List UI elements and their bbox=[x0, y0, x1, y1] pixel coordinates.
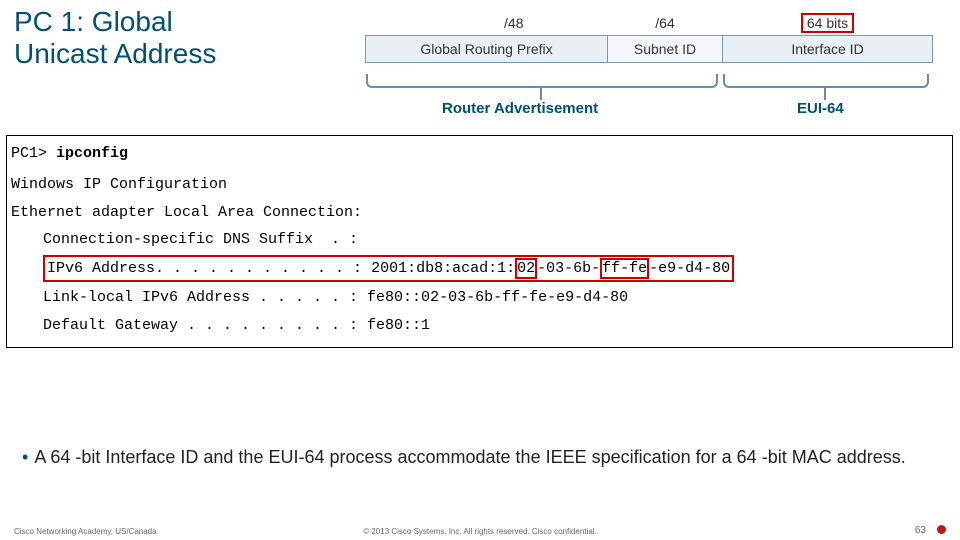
ipv6-seg-02: 02 bbox=[515, 258, 537, 279]
bracket-tail-left bbox=[540, 88, 542, 100]
slide-title: PC 1: Global Unicast Address bbox=[14, 6, 216, 70]
cisco-dot-icon bbox=[937, 525, 946, 534]
ipconfig-heading: Windows IP Configuration bbox=[11, 173, 948, 196]
ipv6-prefix-part: 2001:db8:acad:1: bbox=[371, 260, 515, 277]
label-router-advertisement: Router Advertisement bbox=[442, 100, 598, 117]
iface-header: /64 bbox=[608, 13, 723, 36]
table-body-row: Global Routing Prefix Subnet ID Interfac… bbox=[366, 36, 933, 63]
title-line1: PC 1: Global bbox=[14, 6, 216, 38]
linklocal-row: Link-local IPv6 Address . . . . . : fe80… bbox=[11, 286, 948, 309]
bullet-point: • A 64 -bit Interface ID and the EUI-64 p… bbox=[22, 446, 932, 469]
dns-suffix-row: Connection-specific DNS Suffix . : bbox=[11, 228, 948, 251]
prompt-line: PC1> ipconfig bbox=[11, 142, 948, 165]
footer-left: Cisco Networking Academy, US/Canada bbox=[14, 527, 157, 536]
ipv6-seg-fffe: ff-fe bbox=[600, 258, 649, 279]
ipv6-address-row: IPv6 Address. . . . . . . . . . . : 2001… bbox=[11, 255, 948, 282]
footer-center: © 2013 Cisco Systems, Inc. All rights re… bbox=[363, 527, 597, 536]
bracket-right bbox=[723, 74, 929, 88]
bullet-text: A 64 -bit Interface ID and the EUI-64 pr… bbox=[34, 447, 905, 467]
subnet-header: /48 bbox=[420, 13, 607, 36]
slide-footer: Cisco Networking Academy, US/Canada © 20… bbox=[0, 518, 960, 536]
page-number: 63 bbox=[915, 525, 926, 536]
cell-global-routing-prefix: Global Routing Prefix bbox=[366, 36, 608, 63]
ipv6-address-highlight: IPv6 Address. . . . . . . . . . . : 2001… bbox=[43, 255, 734, 282]
label-eui64: EUI-64 bbox=[797, 100, 844, 117]
ipv6-mid: -03-6b- bbox=[537, 260, 600, 277]
bracket-left bbox=[366, 74, 718, 88]
cell-interface-id: Interface ID bbox=[723, 36, 933, 63]
title-line2: Unicast Address bbox=[14, 38, 216, 70]
terminal-output: PC1> ipconfig Windows IP Configuration E… bbox=[6, 135, 953, 348]
cell-subnet-id: Subnet ID bbox=[608, 36, 723, 63]
ipv6-label: IPv6 Address. . . . . . . . . . . : bbox=[47, 260, 371, 277]
bits-highlight: 64 bits bbox=[801, 13, 854, 33]
adapter-heading: Ethernet adapter Local Area Connection: bbox=[11, 201, 948, 224]
table-header-row: /48 /64 64 bits bbox=[366, 13, 933, 36]
bracket-tail-right bbox=[824, 88, 826, 100]
gateway-row: Default Gateway . . . . . . . . . : fe80… bbox=[11, 314, 948, 337]
bullet-dot-icon: • bbox=[22, 447, 28, 467]
prompt-command: ipconfig bbox=[56, 145, 128, 162]
ipv6-post: -e9-d4-80 bbox=[649, 260, 730, 277]
prefix-header bbox=[366, 13, 421, 36]
ipv6-structure-table: /48 /64 64 bits Global Routing Prefix Su… bbox=[365, 13, 933, 63]
bits-header: 64 bits bbox=[723, 13, 933, 36]
prompt-host: PC1> bbox=[11, 145, 56, 162]
